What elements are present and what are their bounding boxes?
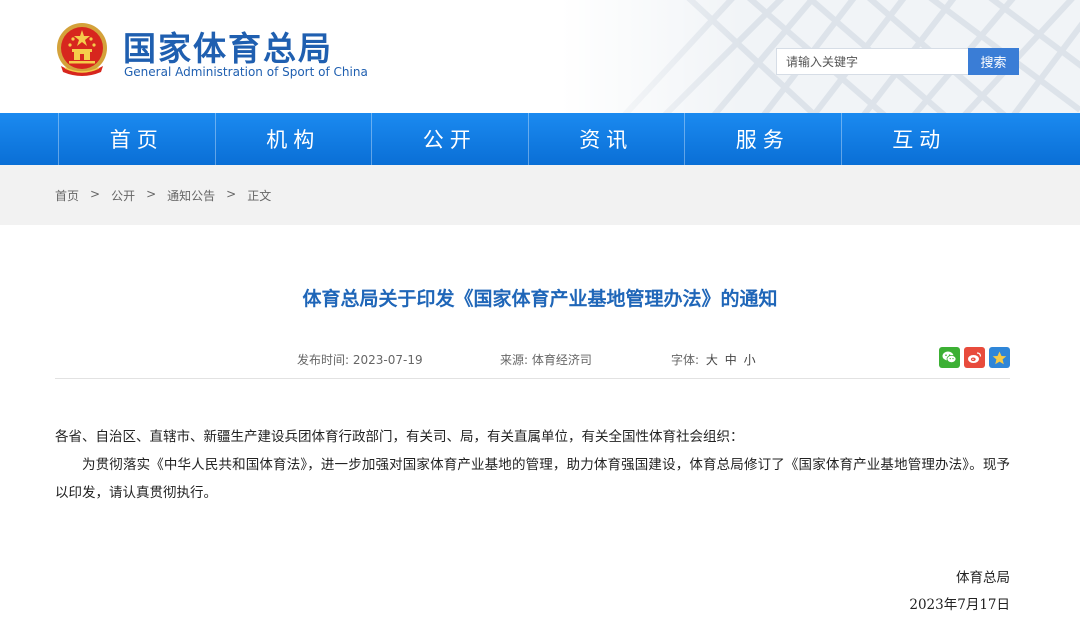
main-nav: 首页 机构 公开 资讯 服务 互动	[0, 113, 1080, 165]
search-box: 搜索	[776, 48, 1019, 75]
nav-item-organization[interactable]: 机构	[214, 113, 372, 165]
nav-list: 首页 机构 公开 资讯 服务 互动	[58, 113, 998, 165]
breadcrumb-disclosure[interactable]: 公开	[111, 187, 135, 204]
article-source: 来源: 体育经济司	[500, 353, 592, 367]
article-title: 体育总局关于印发《国家体育产业基地管理办法》的通知	[302, 288, 778, 310]
breadcrumb-home[interactable]: 首页	[55, 187, 79, 204]
publish-date: 发布时间: 2023-07-19	[297, 353, 423, 367]
nav-item-disclosure[interactable]: 公开	[371, 113, 528, 165]
font-size-large[interactable]: 大	[706, 353, 718, 367]
weibo-icon[interactable]	[964, 347, 985, 368]
font-size-control: 字体: 大 中 小	[671, 351, 756, 368]
breadcrumb-current: 正文	[247, 189, 272, 203]
breadcrumb-bar: 首页 > 公开 > 通知公告 > 正文	[0, 165, 1080, 225]
share-buttons	[939, 347, 1010, 368]
nav-item-interaction[interactable]: 互动	[840, 113, 998, 165]
breadcrumb-separator: >	[146, 187, 157, 201]
font-size-label: 字体:	[671, 353, 700, 367]
nav-item-home[interactable]: 首页	[58, 113, 215, 165]
wechat-icon[interactable]	[939, 347, 960, 368]
search-input[interactable]	[776, 48, 969, 75]
search-button[interactable]: 搜索	[968, 48, 1019, 75]
breadcrumb-separator: >	[226, 187, 237, 201]
nav-item-services[interactable]: 服务	[684, 113, 841, 165]
breadcrumb-separator: >	[90, 187, 101, 201]
favorite-icon[interactable]	[989, 347, 1010, 368]
signature-date: 2023年7月17日	[909, 597, 1010, 613]
article-paragraph-main: 为贯彻落实《中华人民共和国体育法》，进一步加强对国家体育产业基地的管理，助力体育…	[55, 457, 1010, 501]
site-header: 国家体育总局 General Administration of Sport o…	[0, 0, 1080, 113]
meta-divider	[55, 378, 1010, 379]
breadcrumb: 首页 > 公开 > 通知公告 > 正文	[55, 187, 271, 204]
nav-item-news[interactable]: 资讯	[527, 113, 685, 165]
signature-organization: 体育总局	[956, 570, 1010, 586]
national-emblem-logo	[57, 23, 107, 76]
font-size-medium[interactable]: 中	[725, 353, 737, 367]
site-title-chinese: 国家体育总局	[123, 29, 333, 68]
article-paragraph-salutation: 各省、自治区、直辖市、新疆生产建设兵团体育行政部门，有关司、局，有关直属单位，有…	[55, 429, 744, 445]
font-size-small[interactable]: 小	[744, 353, 756, 367]
site-title-english: General Administration of Sport of China	[124, 65, 368, 79]
breadcrumb-notices[interactable]: 通知公告	[167, 187, 215, 204]
